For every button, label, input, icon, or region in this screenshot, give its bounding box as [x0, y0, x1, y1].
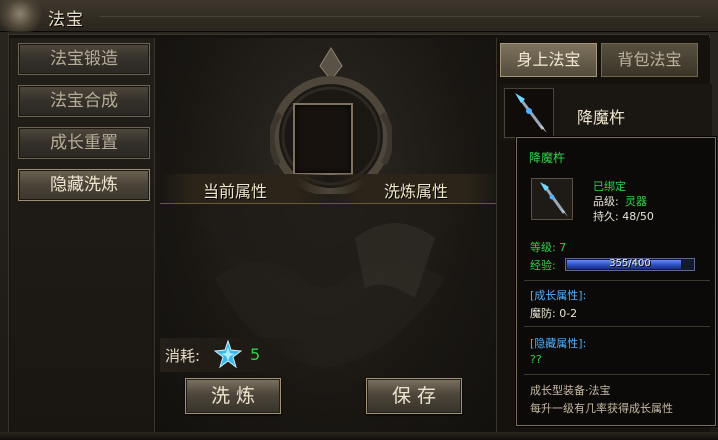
pestle-staff-icon — [540, 182, 568, 217]
crystal-gem-icon — [214, 340, 242, 368]
sidebar-item-growth-reset[interactable]: 成长重置 — [18, 127, 150, 159]
title-divider — [100, 16, 700, 17]
fabao-window: 法宝 法宝锻造 法宝合成 成长重置 隐藏洗炼 当前属性 洗炼属性 消耗: 5 洗… — [0, 0, 718, 440]
tooltip-item-icon — [531, 178, 573, 220]
exp-progress-bar: 355/400 — [565, 258, 695, 271]
sidebar-item-forge[interactable]: 法宝锻造 — [18, 43, 150, 75]
dragon-ornament-icon — [0, 0, 46, 32]
tooltip-item-name: 降魔杵 — [529, 151, 566, 165]
tab-equipped-fabao[interactable]: 身上法宝 — [500, 43, 597, 77]
tooltip-quality-label: 品级: — [593, 195, 619, 208]
fabao-slot[interactable] — [293, 103, 353, 175]
tooltip-desc-2: 每升一级有几率获得成长属性 — [530, 402, 673, 415]
save-button[interactable]: 保存 — [366, 378, 462, 414]
item-name: 降魔杵 — [577, 108, 626, 127]
title-bar[interactable]: 法宝 — [0, 0, 718, 32]
refine-button[interactable]: 洗炼 — [185, 378, 281, 414]
current-attr-label: 当前属性 — [203, 182, 268, 201]
tooltip-divider — [524, 280, 710, 281]
tooltip-durability: 持久: 48/50 — [593, 210, 654, 223]
pestle-staff-icon — [515, 93, 547, 133]
tooltip-exp-label: 经验: — [530, 259, 556, 272]
window-title: 法宝 — [48, 10, 84, 30]
tooltip-divider — [524, 326, 710, 327]
tooltip-bound: 已绑定 — [593, 180, 626, 193]
tooltip-quality-value: 灵器 — [625, 195, 647, 208]
tab-bag-fabao[interactable]: 背包法宝 — [601, 43, 698, 77]
cost-label: 消耗: — [165, 347, 201, 365]
cost-value: 5 — [250, 345, 261, 364]
sidebar-item-combine[interactable]: 法宝合成 — [18, 85, 150, 117]
item-icon-slot[interactable] — [504, 88, 554, 138]
refine-attr-label: 洗炼属性 — [384, 182, 449, 201]
exp-progress-text: 355/400 — [609, 258, 651, 269]
tooltip-growth-line: 魔防: 0-2 — [530, 307, 578, 320]
tooltip-hidden-line: ?? — [530, 353, 542, 366]
tooltip-hidden-header: [隐藏属性]: — [530, 337, 587, 350]
tooltip-divider — [524, 374, 710, 375]
tooltip-level: 等级: 7 — [530, 241, 567, 254]
tooltip-growth-header: [成长属性]: — [530, 289, 587, 302]
window-bottom-border — [0, 432, 718, 440]
tooltip-desc-1: 成长型装备·法宝 — [530, 384, 611, 397]
sidebar-item-hidden-refine[interactable]: 隐藏洗炼 — [18, 169, 150, 201]
